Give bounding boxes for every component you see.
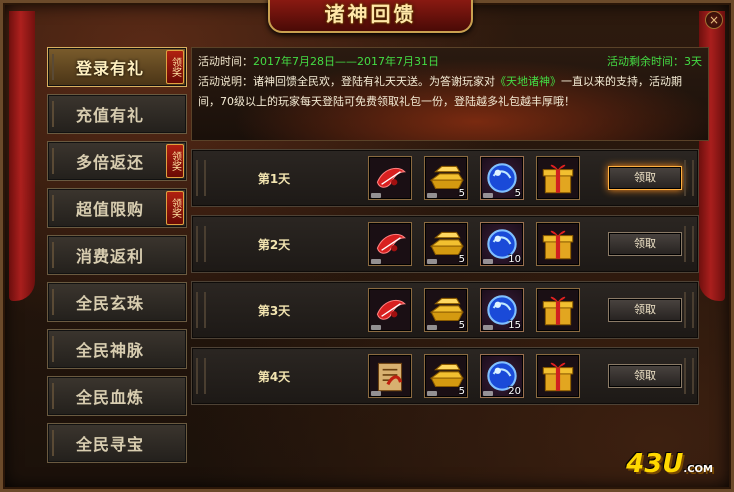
sidebar-item-6[interactable]: 全民神脉 (47, 329, 187, 369)
reward-item-slot[interactable] (536, 354, 580, 398)
reward-item-slot[interactable]: 5 (424, 354, 468, 398)
reward-item-slot[interactable]: 5 (480, 156, 524, 200)
reward-items: 5 20 (368, 354, 580, 398)
gift-box-icon (537, 223, 579, 265)
reward-item-slot[interactable]: 5 (424, 156, 468, 200)
event-time-value: 2017年7月28日——2017年7月31日 (253, 55, 439, 68)
reward-item-slot[interactable]: 5 (424, 288, 468, 332)
reward-item-slot[interactable] (368, 354, 412, 398)
sidebar-item-label: 全民血炼 (75, 388, 144, 407)
bound-tag-icon (371, 193, 381, 198)
bound-tag-icon (483, 193, 493, 198)
day-label: 第2天 (257, 237, 291, 252)
item-count: 5 (458, 386, 465, 397)
reward-row-day-4: 第4天 5 20 领取 (191, 347, 699, 405)
bound-tag-icon (427, 391, 437, 396)
reward-items: 5 15 (368, 288, 580, 332)
claim-available-badge: 领奖 (166, 50, 184, 84)
bound-tag-icon (427, 259, 437, 264)
bound-tag-icon (371, 259, 381, 264)
sidebar-item-label: 登录有礼 (75, 59, 144, 78)
sidebar-item-label: 超值限购 (75, 200, 144, 219)
reward-item-slot[interactable] (368, 288, 412, 332)
close-icon: × (708, 13, 720, 27)
bound-tag-icon (371, 391, 381, 396)
reward-item-slot[interactable] (536, 222, 580, 266)
claim-button[interactable]: 领取 (608, 232, 682, 256)
sidebar-item-label: 充值有礼 (75, 106, 144, 125)
sidebar-item-label: 消费返利 (75, 247, 144, 266)
item-count: 5 (458, 188, 465, 199)
claim-button[interactable]: 领取 (608, 166, 682, 190)
sidebar-item-0[interactable]: 登录有礼 领奖 (47, 47, 187, 87)
item-count: 10 (508, 254, 521, 265)
event-description: 活动说明：诸神回馈全民欢，登陆有礼天天送。为答谢玩家对《天地诸神》一直以来的支持… (198, 75, 682, 108)
bound-tag-icon (483, 325, 493, 330)
window-title: 诸神回馈 (324, 2, 417, 26)
gift-box-icon (537, 157, 579, 199)
event-info-panel: 活动时间：2017年7月28日——2017年7月31日 活动剩余时间：3天 活动… (191, 47, 709, 141)
reward-item-slot[interactable] (536, 156, 580, 200)
close-button[interactable]: × (705, 11, 723, 29)
sidebar-item-2[interactable]: 多倍返还 领奖 (47, 141, 187, 181)
game-name-highlight: 《天地诸神》 (495, 75, 561, 88)
event-window: 诸神回馈 × 登录有礼 领奖 充值有礼 多倍返还 领奖 超值限购 领奖 消费返利 全民玄珠 全民神… (0, 0, 734, 492)
day-label: 第3天 (257, 303, 291, 318)
reward-item-slot[interactable] (368, 156, 412, 200)
sidebar-item-label: 全民玄珠 (75, 294, 144, 313)
bound-tag-icon (427, 325, 437, 330)
sidebar-item-5[interactable]: 全民玄珠 (47, 282, 187, 322)
remaining-time-value: 3天 (684, 55, 702, 68)
sidebar-item-label: 全民神脉 (75, 341, 144, 360)
sidebar-item-1[interactable]: 充值有礼 (47, 94, 187, 134)
brand-logo: 43U.COM (626, 449, 713, 479)
item-count: 5 (458, 254, 465, 265)
title-plaque: 诸神回馈 (268, 0, 473, 33)
reward-item-slot[interactable]: 15 (480, 288, 524, 332)
day-label: 第1天 (257, 171, 291, 186)
sidebar-item-8[interactable]: 全民寻宝 (47, 423, 187, 463)
claim-available-badge: 领奖 (166, 191, 184, 225)
sidebar-item-7[interactable]: 全民血炼 (47, 376, 187, 416)
reward-row-day-3: 第3天 5 15 领取 (191, 281, 699, 339)
bound-tag-icon (427, 193, 437, 198)
reward-items: 5 10 (368, 222, 580, 266)
item-count: 5 (458, 320, 465, 331)
sidebar-item-4[interactable]: 消费返利 (47, 235, 187, 275)
event-time-label: 活动时间： (198, 55, 253, 68)
gift-box-icon (537, 289, 579, 331)
reward-row-day-2: 第2天 5 10 领取 (191, 215, 699, 273)
bound-tag-icon (483, 391, 493, 396)
claim-button[interactable]: 领取 (608, 298, 682, 322)
reward-row-day-1: 第1天 5 5 领取 (191, 149, 699, 207)
claim-button[interactable]: 领取 (608, 364, 682, 388)
gift-box-icon (537, 355, 579, 397)
item-count: 20 (508, 386, 521, 397)
item-count: 5 (514, 188, 521, 199)
reward-item-slot[interactable]: 20 (480, 354, 524, 398)
reward-item-slot[interactable] (368, 222, 412, 266)
sidebar-menu: 登录有礼 领奖 充值有礼 多倍返还 领奖 超值限购 领奖 消费返利 全民玄珠 全民神脉 全民血炼 全民… (47, 47, 189, 470)
claim-available-badge: 领奖 (166, 144, 184, 178)
sidebar-item-label: 多倍返还 (75, 153, 144, 172)
left-curtain-decoration (9, 11, 35, 301)
sidebar-item-3[interactable]: 超值限购 领奖 (47, 188, 187, 228)
reward-item-slot[interactable]: 5 (424, 222, 468, 266)
bound-tag-icon (483, 259, 493, 264)
reward-items: 55 (368, 156, 580, 200)
sidebar-item-label: 全民寻宝 (75, 435, 144, 454)
reward-item-slot[interactable] (536, 288, 580, 332)
bound-tag-icon (371, 325, 381, 330)
daily-rewards-list: 第1天 5 5 领取 第2天 5 10 领取 第3天 5 15 领取 第4天 5 20 领取 (191, 149, 699, 413)
remaining-time-label: 活动剩余时间： (607, 55, 684, 68)
item-count: 15 (508, 320, 521, 331)
day-label: 第4天 (257, 369, 291, 384)
reward-item-slot[interactable]: 10 (480, 222, 524, 266)
